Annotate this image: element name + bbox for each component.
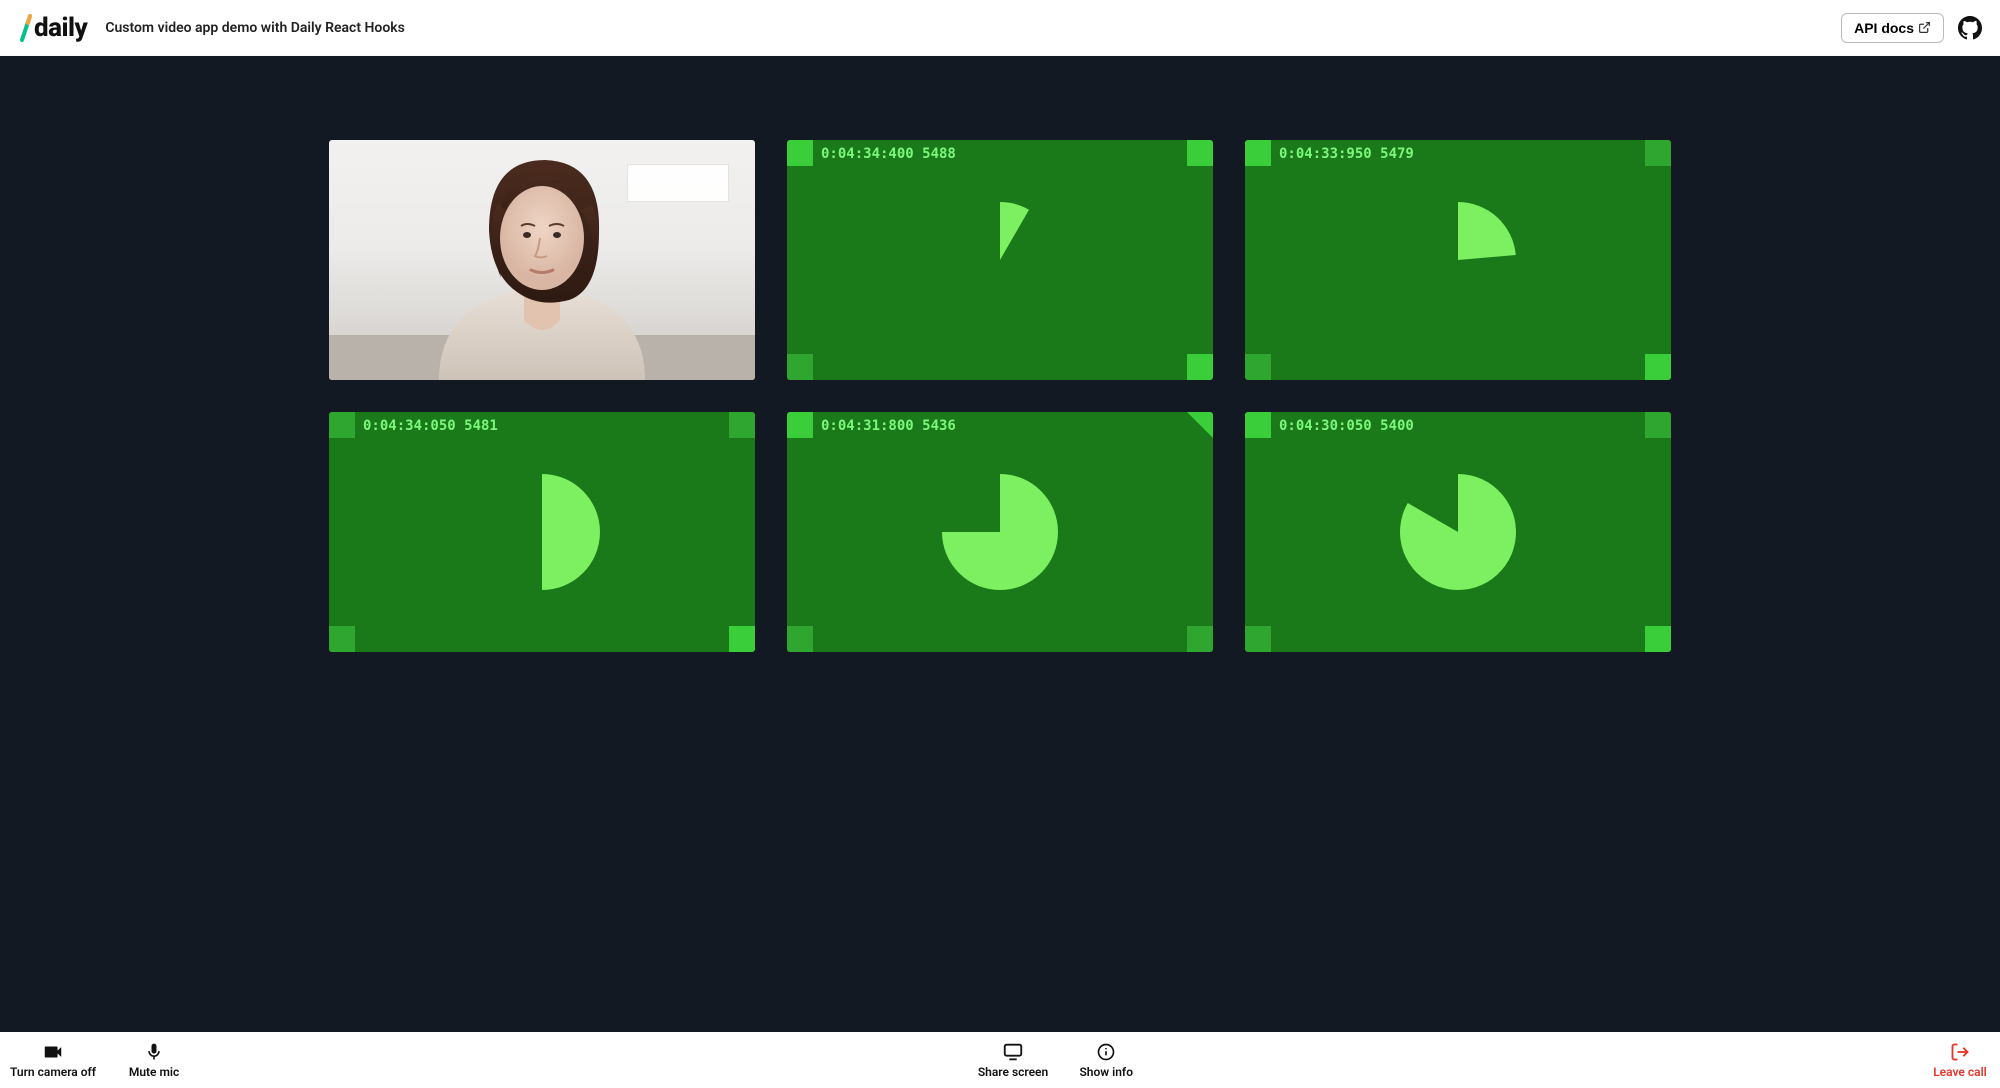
corner-marker (1245, 354, 1271, 380)
info-icon (1096, 1041, 1116, 1063)
slash-icon (18, 14, 34, 42)
screen-share-icon (1002, 1041, 1024, 1063)
call-tray: Turn camera off Mute mic Share screen Sh… (0, 1032, 2000, 1088)
page-title: Custom video app demo with Daily React H… (105, 20, 405, 36)
api-docs-label: API docs (1854, 20, 1914, 36)
toggle-mic-button[interactable]: Mute mic (124, 1041, 184, 1079)
brand-name: daily (34, 13, 87, 43)
participant-video-tile[interactable]: 0:04:34:400 5488 (787, 140, 1213, 380)
participant-video-tile[interactable]: 0:04:34:050 5481 (329, 412, 755, 652)
corner-marker (1187, 626, 1213, 652)
app-header: daily Custom video app demo with Daily R… (0, 0, 2000, 56)
corner-marker (1645, 140, 1671, 166)
clock-wedge (482, 472, 602, 592)
github-icon (1958, 16, 1982, 40)
api-docs-button[interactable]: API docs (1841, 13, 1944, 43)
leave-call-button[interactable]: Leave call (1930, 1041, 1990, 1079)
corner-marker (1245, 140, 1271, 166)
corner-marker (1645, 412, 1671, 438)
corner-marker (787, 140, 813, 166)
corner-marker (1245, 412, 1271, 438)
corner-marker (729, 626, 755, 652)
share-screen-label: Share screen (978, 1065, 1048, 1079)
tray-left: Turn camera off Mute mic (10, 1041, 184, 1079)
local-video-tile[interactable] (329, 140, 755, 380)
toggle-camera-label: Turn camera off (10, 1065, 96, 1079)
video-icon (42, 1041, 64, 1063)
participant-video-tile[interactable]: 0:04:30:050 5400 (1245, 412, 1671, 652)
share-screen-button[interactable]: Share screen (978, 1041, 1048, 1079)
clock-wedge (1398, 200, 1518, 320)
video-stage: 0:04:34:400 5488 0:04:33:950 5479 0:04:3… (0, 56, 2000, 1032)
participant-video-tile[interactable]: 0:04:33:950 5479 (1245, 140, 1671, 380)
corner-marker (1187, 140, 1213, 166)
video-timestamp: 0:04:34:400 5488 (821, 146, 956, 162)
tray-right: Leave call (1930, 1041, 1990, 1079)
corner-marker (329, 626, 355, 652)
corner-marker (1645, 626, 1671, 652)
toggle-mic-label: Mute mic (129, 1065, 179, 1079)
github-link[interactable] (1958, 16, 1982, 40)
corner-marker (787, 354, 813, 380)
show-info-label: Show info (1079, 1065, 1133, 1079)
video-timestamp: 0:04:30:050 5400 (1279, 418, 1414, 434)
microphone-icon (144, 1041, 164, 1063)
video-grid: 0:04:34:400 5488 0:04:33:950 5479 0:04:3… (329, 56, 1671, 1032)
video-timestamp: 0:04:33:950 5479 (1279, 146, 1414, 162)
brand-logo: daily (18, 13, 87, 43)
video-timestamp: 0:04:31:800 5436 (821, 418, 956, 434)
corner-marker (729, 412, 755, 438)
corner-marker (1187, 412, 1213, 438)
clock-wedge (940, 472, 1060, 592)
external-link-icon (1918, 21, 1931, 34)
show-info-button[interactable]: Show info (1076, 1041, 1136, 1079)
wall-frame (627, 164, 729, 202)
video-timestamp: 0:04:34:050 5481 (363, 418, 498, 434)
toggle-camera-button[interactable]: Turn camera off (10, 1041, 96, 1079)
leave-icon (1950, 1041, 1970, 1063)
corner-marker (1645, 354, 1671, 380)
clock-wedge (1398, 472, 1518, 592)
clock-wedge (940, 200, 1060, 320)
corner-marker (787, 626, 813, 652)
tray-center: Share screen Show info (184, 1041, 1930, 1079)
participant-video-tile[interactable]: 0:04:31:800 5436 (787, 412, 1213, 652)
corner-marker (1187, 354, 1213, 380)
corner-marker (329, 412, 355, 438)
corner-marker (1245, 626, 1271, 652)
leave-call-label: Leave call (1933, 1065, 1987, 1079)
corner-marker (787, 412, 813, 438)
